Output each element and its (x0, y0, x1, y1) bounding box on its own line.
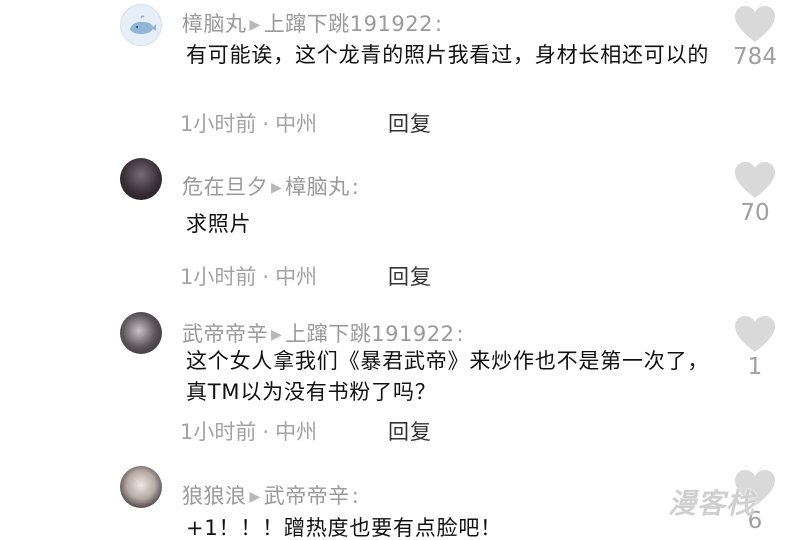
comment-meta: 1小时前 · 中州 (180, 108, 317, 138)
like-button[interactable]: 784 (726, 4, 784, 70)
reply-to-name[interactable]: 上蹿下跳191922 (264, 12, 433, 36)
comment-text: 这个女人拿我们《暴君武帝》来炒作也不是第一次了，真TM以为没有书粉了吗？ (186, 349, 710, 404)
meta-separator: · (262, 112, 270, 136)
comment-time: 1小时前 (180, 112, 257, 136)
comment-header: 樟脑丸 ▶ 上蹿下跳191922: (182, 8, 443, 38)
comment-time: 1小时前 (180, 265, 257, 289)
avatar[interactable] (120, 4, 162, 46)
reply-arrow-icon: ▶ (271, 180, 283, 196)
comment-header: 狼狼浪 ▶ 武帝帝辛: (182, 480, 359, 510)
reply-button[interactable]: 回复 (388, 416, 432, 446)
author-name[interactable]: 危在旦夕 (182, 175, 268, 199)
colon: : (351, 484, 360, 508)
heart-icon (735, 162, 775, 198)
avatar[interactable] (120, 312, 162, 354)
meta-separator: · (262, 420, 270, 444)
avatar[interactable] (120, 466, 162, 508)
heart-icon (735, 316, 775, 352)
comment-text: 有可能诶，这个龙青的照片我看过，身材长相还可以的 (186, 43, 710, 67)
author-name[interactable]: 狼狼浪 (182, 484, 247, 508)
comment-header: 武帝帝辛 ▶ 上蹿下跳191922: (182, 318, 464, 348)
watermark-logo: 漫客栈 (668, 487, 756, 520)
comment-text: 求照片 (186, 212, 252, 236)
author-name[interactable]: 武帝帝辛 (182, 322, 268, 346)
like-button[interactable]: 70 (726, 160, 784, 226)
colon: : (434, 12, 443, 36)
reply-arrow-icon: ▶ (249, 489, 261, 505)
comment-text: +1！！！蹭热度也要有点脸吧！ (186, 516, 502, 540)
avatar[interactable] (120, 158, 162, 200)
like-count: 784 (733, 44, 777, 70)
reply-arrow-icon: ▶ (271, 327, 283, 343)
reply-button[interactable]: 回复 (388, 108, 432, 138)
like-button[interactable]: 1 (726, 314, 784, 380)
colon: : (456, 322, 465, 346)
colon: : (351, 175, 360, 199)
comment-location: 中州 (275, 112, 318, 136)
reply-to-name[interactable]: 樟脑丸 (285, 175, 350, 199)
meta-separator: · (262, 265, 270, 289)
reply-to-name[interactable]: 上蹿下跳191922 (285, 322, 454, 346)
like-count: 70 (740, 200, 770, 226)
like-count: 1 (747, 354, 763, 380)
comment-meta: 1小时前 · 中州 (180, 416, 317, 446)
comment-time: 1小时前 (180, 420, 257, 444)
reply-arrow-icon: ▶ (249, 17, 261, 33)
comment-meta: 1小时前 · 中州 (180, 261, 317, 291)
comment-location: 中州 (275, 420, 318, 444)
comment-header: 危在旦夕 ▶ 樟脑丸: (182, 171, 359, 201)
comment-location: 中州 (275, 265, 318, 289)
reply-to-name[interactable]: 武帝帝辛 (264, 484, 350, 508)
author-name[interactable]: 樟脑丸 (182, 12, 247, 36)
heart-icon (735, 6, 775, 42)
whale-icon (130, 15, 156, 34)
reply-button[interactable]: 回复 (388, 261, 432, 291)
